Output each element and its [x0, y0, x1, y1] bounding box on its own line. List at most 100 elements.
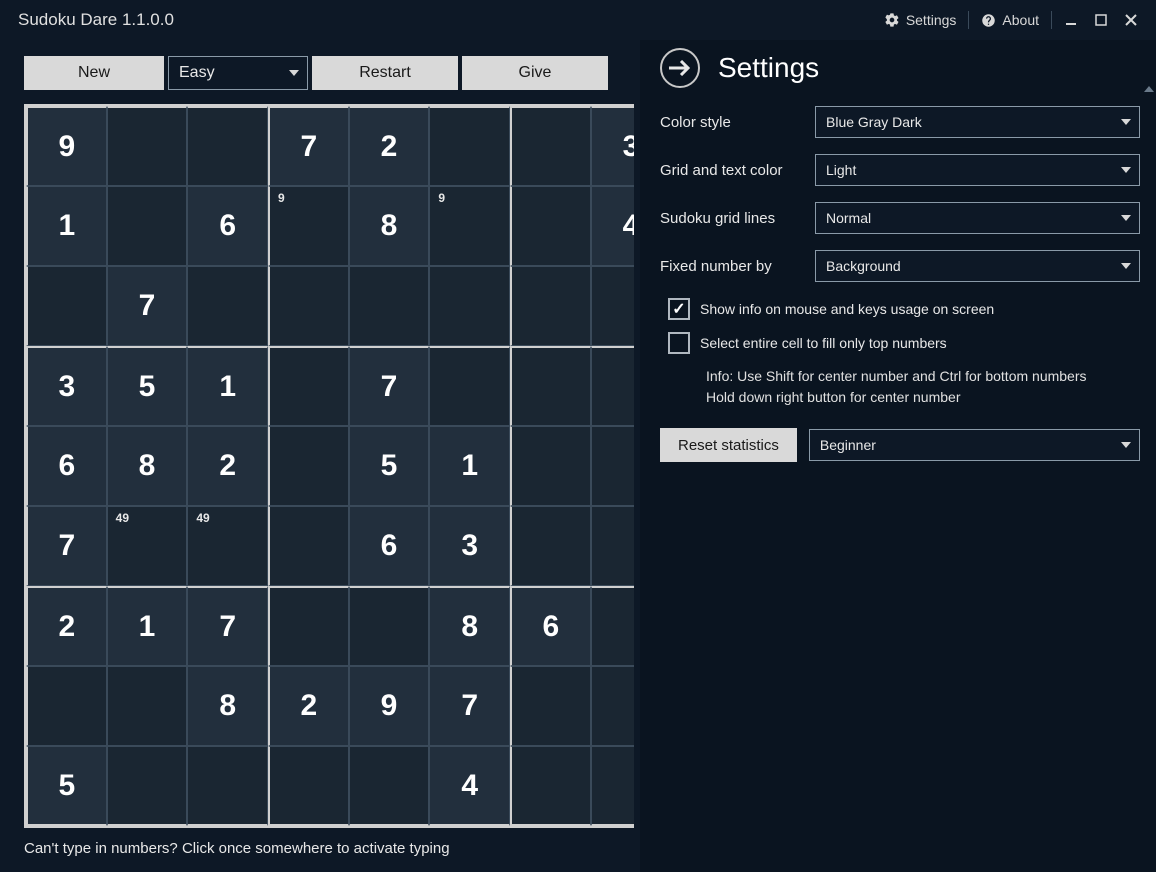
- sudoku-cell[interactable]: [268, 506, 349, 586]
- show-info-checkbox[interactable]: [668, 298, 690, 320]
- sudoku-cell[interactable]: 2: [26, 586, 107, 666]
- sudoku-cell[interactable]: 5: [26, 746, 107, 826]
- sudoku-cell[interactable]: [349, 746, 430, 826]
- reset-level-select[interactable]: Beginner: [809, 429, 1140, 461]
- new-button[interactable]: New: [24, 56, 164, 90]
- sudoku-cell[interactable]: [591, 346, 634, 426]
- settings-button[interactable]: Settings: [876, 8, 965, 32]
- give-button[interactable]: Give: [462, 56, 608, 90]
- sudoku-cell[interactable]: 6: [26, 426, 107, 506]
- sudoku-cell[interactable]: 8: [349, 186, 430, 266]
- sudoku-cell[interactable]: [510, 506, 591, 586]
- restart-button[interactable]: Restart: [312, 56, 458, 90]
- sudoku-cell[interactable]: 9: [268, 186, 349, 266]
- minimize-button[interactable]: [1056, 6, 1086, 34]
- sudoku-cell[interactable]: 1: [429, 426, 510, 506]
- sudoku-cell[interactable]: [107, 666, 188, 746]
- sudoku-cell[interactable]: 3: [26, 346, 107, 426]
- sudoku-cell[interactable]: 1: [187, 346, 268, 426]
- about-button[interactable]: About: [973, 8, 1047, 32]
- sudoku-cell[interactable]: 49: [107, 506, 188, 586]
- sudoku-cell[interactable]: 49: [187, 506, 268, 586]
- sudoku-cell[interactable]: [268, 346, 349, 426]
- sudoku-cell[interactable]: 8: [187, 666, 268, 746]
- select-entire-checkbox[interactable]: [668, 332, 690, 354]
- sudoku-cell[interactable]: [187, 266, 268, 346]
- sudoku-cell[interactable]: [510, 426, 591, 506]
- sudoku-cell[interactable]: 7: [268, 106, 349, 186]
- sudoku-cell[interactable]: [591, 586, 634, 666]
- sudoku-cell[interactable]: [187, 746, 268, 826]
- sudoku-cell[interactable]: 7: [429, 666, 510, 746]
- difficulty-select[interactable]: Easy: [168, 56, 308, 90]
- sudoku-cell[interactable]: 7: [349, 346, 430, 426]
- sudoku-cell[interactable]: 4: [591, 186, 634, 266]
- sudoku-cell[interactable]: [591, 266, 634, 346]
- maximize-button[interactable]: [1086, 6, 1116, 34]
- sudoku-cell[interactable]: 2: [187, 426, 268, 506]
- grid-text-color-select[interactable]: Light: [815, 154, 1140, 186]
- sudoku-cell[interactable]: [429, 106, 510, 186]
- reset-statistics-button[interactable]: Reset statistics: [660, 428, 797, 462]
- sudoku-cell[interactable]: [429, 266, 510, 346]
- sudoku-cell[interactable]: [510, 186, 591, 266]
- sudoku-cell[interactable]: [26, 266, 107, 346]
- sudoku-cell[interactable]: 8: [107, 426, 188, 506]
- sudoku-cell[interactable]: 9: [349, 666, 430, 746]
- sudoku-cell[interactable]: [107, 106, 188, 186]
- sudoku-cell[interactable]: 5: [349, 426, 430, 506]
- sudoku-cell[interactable]: [510, 346, 591, 426]
- sudoku-cell[interactable]: [591, 746, 634, 826]
- sudoku-cell[interactable]: [510, 266, 591, 346]
- chevron-down-icon: [1121, 119, 1131, 125]
- sudoku-cell[interactable]: [510, 106, 591, 186]
- panel-close-button[interactable]: [660, 48, 700, 88]
- sudoku-cell[interactable]: 3: [429, 506, 510, 586]
- sudoku-cell[interactable]: 8: [429, 586, 510, 666]
- cell-note: 9: [278, 191, 285, 205]
- fixed-number-select[interactable]: Background: [815, 250, 1140, 282]
- sudoku-cell[interactable]: [268, 266, 349, 346]
- scroll-up-indicator[interactable]: [1144, 86, 1154, 92]
- sudoku-cell[interactable]: [510, 666, 591, 746]
- sudoku-cell[interactable]: 7: [26, 506, 107, 586]
- sudoku-cell[interactable]: [187, 106, 268, 186]
- sudoku-cell[interactable]: [349, 586, 430, 666]
- sudoku-cell[interactable]: 5: [107, 346, 188, 426]
- sudoku-cell[interactable]: 7: [107, 266, 188, 346]
- sudoku-cell[interactable]: 9: [26, 106, 107, 186]
- close-button[interactable]: [1116, 6, 1146, 34]
- sudoku-cell[interactable]: [510, 746, 591, 826]
- sudoku-cell[interactable]: [26, 666, 107, 746]
- sudoku-cell[interactable]: 6: [510, 586, 591, 666]
- sudoku-cell[interactable]: 3: [591, 106, 634, 186]
- sudoku-cell[interactable]: 7: [187, 586, 268, 666]
- sudoku-cell[interactable]: [591, 506, 634, 586]
- sudoku-cell[interactable]: 4: [429, 746, 510, 826]
- sudoku-cell[interactable]: 1: [107, 586, 188, 666]
- sudoku-cell[interactable]: [268, 746, 349, 826]
- sudoku-cell[interactable]: [349, 266, 430, 346]
- sudoku-cell[interactable]: 6: [349, 506, 430, 586]
- titlebar: Sudoku Dare 1.1.0.0 Settings About: [0, 0, 1156, 40]
- sudoku-cell[interactable]: [107, 186, 188, 266]
- sudoku-cell[interactable]: 6: [187, 186, 268, 266]
- sudoku-cell[interactable]: 1: [26, 186, 107, 266]
- sudoku-cell[interactable]: [591, 666, 634, 746]
- settings-panel: Settings Color style Blue Gray Dark Grid…: [640, 40, 1156, 872]
- sudoku-cell[interactable]: 2: [268, 666, 349, 746]
- sudoku-cell[interactable]: [107, 746, 188, 826]
- sudoku-cell[interactable]: [429, 346, 510, 426]
- sudoku-cell[interactable]: 9: [429, 186, 510, 266]
- sudoku-cell[interactable]: [268, 426, 349, 506]
- typing-hint: Can't type in numbers? Click once somewh…: [24, 840, 640, 857]
- color-style-select[interactable]: Blue Gray Dark: [815, 106, 1140, 138]
- sudoku-cell[interactable]: 2: [349, 106, 430, 186]
- show-info-label: Show info on mouse and keys usage on scr…: [700, 301, 994, 317]
- grid-text-color-label: Grid and text color: [660, 162, 815, 179]
- settings-label: Settings: [906, 12, 957, 28]
- cell-note: 9: [438, 191, 445, 205]
- sudoku-cell[interactable]: [591, 426, 634, 506]
- sudoku-cell[interactable]: [268, 586, 349, 666]
- grid-lines-select[interactable]: Normal: [815, 202, 1140, 234]
